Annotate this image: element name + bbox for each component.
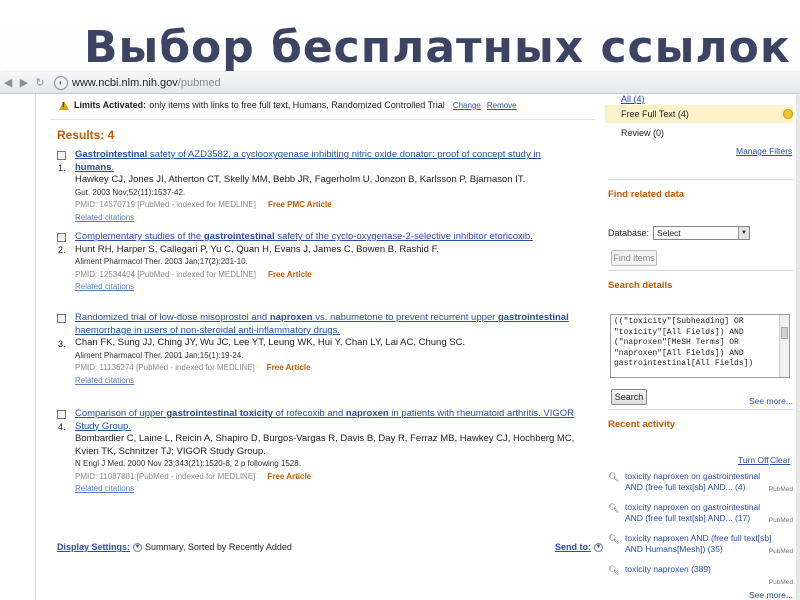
search-icon: 🔍︎ bbox=[608, 534, 620, 544]
right-sidebar: All (4) Free Full Text (4) Review (0) Ma… bbox=[605, 94, 800, 600]
result-checkbox[interactable] bbox=[57, 410, 66, 419]
activity-source: PubMed bbox=[768, 486, 793, 493]
browser-window: ◀ ▶ ↻ ◐ www.ncbi.nlm.nih.gov/pubmed ! Li… bbox=[0, 72, 800, 600]
result-free-article[interactable]: Free Article bbox=[267, 363, 311, 372]
manage-filters-link[interactable]: Manage Filters bbox=[736, 146, 792, 156]
result-journal: Aliment Pharmacol Ther. 2003 Jan;17(2):2… bbox=[75, 257, 248, 266]
reload-icon[interactable]: ↻ bbox=[32, 76, 48, 89]
search-icon: 🔍︎ bbox=[608, 472, 620, 482]
result-related-citations[interactable]: Related citations bbox=[75, 212, 575, 225]
result-title-link[interactable]: Gastrointestinal safety of AZD3582, a cy… bbox=[75, 149, 575, 174]
filter-all[interactable]: All (4) bbox=[621, 94, 645, 104]
send-to-label[interactable]: Send to: bbox=[555, 542, 591, 552]
search-details-see-more[interactable]: See more... bbox=[749, 396, 793, 406]
result-related-citations[interactable]: Related citations bbox=[75, 281, 575, 294]
search-button[interactable]: Search bbox=[611, 389, 647, 405]
result-journal: Gut. 2003 Nov;52(11):1537-42. bbox=[75, 187, 186, 197]
send-to[interactable]: Send to: ▼ bbox=[555, 542, 606, 552]
page-scrollbar[interactable] bbox=[796, 94, 800, 600]
database-select[interactable]: Select ▼ bbox=[653, 226, 751, 240]
active-filter-dot-icon bbox=[783, 109, 793, 119]
find-related-heading: Find related data bbox=[608, 189, 685, 200]
result-related-citations[interactable]: Related citations bbox=[75, 375, 575, 388]
result-authors: Hunt RH, Harper S, Callegari P, Yu C, Qu… bbox=[75, 243, 439, 255]
turn-off-link[interactable]: Turn Off bbox=[738, 455, 769, 465]
result-number: 1. bbox=[58, 163, 66, 173]
result-pmid: PMID: 12534404 [PubMed - indexed for MED… bbox=[75, 269, 256, 279]
limits-banner: ! Limits Activated: only items with link… bbox=[59, 100, 517, 110]
search-icon: 🔍︎ bbox=[608, 565, 620, 575]
result-related-citations[interactable]: Related citations bbox=[75, 483, 575, 496]
result-title-link[interactable]: Comparison of upper gastrointestinal tox… bbox=[75, 408, 575, 433]
result-free-article[interactable]: Free Article bbox=[267, 472, 311, 481]
limits-divider bbox=[50, 119, 595, 120]
url-host[interactable]: www.ncbi.nlm.nih.gov bbox=[72, 77, 178, 89]
result-title-link[interactable]: Randomized trial of low-dose misoprostol… bbox=[75, 312, 575, 337]
result-pmid: PMID: 11087881 [PubMed - indexed for MED… bbox=[75, 471, 256, 481]
url-path[interactable]: /pubmed bbox=[178, 77, 221, 89]
activity-source: PubMed bbox=[768, 517, 793, 524]
result-journal: Aliment Pharmacol Ther. 2001 Jan;15(1):1… bbox=[75, 350, 244, 360]
result-authors: Chan FK, Sung JJ, Ching JY, Wu JC, Lee Y… bbox=[75, 337, 466, 348]
result-number: 4. bbox=[58, 422, 66, 432]
result-checkbox[interactable] bbox=[57, 314, 66, 323]
chevron-down-icon[interactable]: ▼ bbox=[738, 227, 750, 239]
warning-icon: ! bbox=[59, 100, 69, 110]
address-bar[interactable]: ◀ ▶ ↻ ◐ www.ncbi.nlm.nih.gov/pubmed bbox=[0, 72, 800, 94]
find-related-section: Find related data bbox=[608, 179, 793, 200]
slide-title: Выбор бесплатных ссылок bbox=[84, 22, 791, 73]
limits-text: only items with links to free full text,… bbox=[149, 100, 445, 110]
search-icon: 🔍︎ bbox=[608, 503, 620, 513]
result-number: 3. bbox=[58, 339, 66, 349]
recent-activity-see-more[interactable]: See more... bbox=[749, 590, 793, 600]
result-title-link[interactable]: Complementary studies of the gastrointes… bbox=[75, 231, 575, 244]
query-scrollbar[interactable] bbox=[779, 315, 789, 377]
result-journal: N Engl J Med. 2000 Nov 23;343(21):1520-8… bbox=[75, 459, 301, 468]
result-checkbox[interactable] bbox=[57, 233, 66, 242]
result-free-article[interactable]: Free PMC Article bbox=[268, 200, 332, 209]
search-details-section: Search details bbox=[608, 270, 793, 291]
database-label: Database: bbox=[608, 228, 650, 238]
find-items-button[interactable]: Find items bbox=[611, 250, 657, 266]
result-pmid: PMID: 11136274 [PubMed - indexed for MED… bbox=[75, 363, 255, 372]
chevron-down-icon[interactable]: ▼ bbox=[133, 542, 143, 552]
result-number: 2. bbox=[58, 245, 66, 255]
result-checkbox[interactable] bbox=[57, 151, 66, 160]
filter-review[interactable]: Review (0) bbox=[621, 128, 664, 138]
clear-link[interactable]: Clear bbox=[770, 455, 790, 465]
page-left-border bbox=[35, 94, 36, 600]
activity-source: PubMed bbox=[768, 548, 793, 555]
recent-activity-heading: Recent activity bbox=[608, 419, 676, 430]
limits-change-link[interactable]: Change bbox=[453, 101, 481, 110]
search-query-textarea[interactable]: (("toxicity"[Subheading] OR "toxicity"[A… bbox=[610, 314, 790, 378]
results-count: Results: 4 bbox=[57, 128, 115, 142]
result-free-article[interactable]: Free Article bbox=[268, 270, 312, 279]
display-settings-label[interactable]: Display Settings: bbox=[57, 542, 130, 552]
result-pmid: PMID: 14570719 [PubMed - indexed for MED… bbox=[75, 200, 256, 209]
result-authors: Bombardier C, Laine L, Reicin A, Shapiro… bbox=[75, 433, 575, 457]
result-authors: Hawkey CJ, Jones JI, Atherton CT, Skelly… bbox=[75, 174, 526, 185]
search-details-heading: Search details bbox=[608, 280, 673, 291]
globe-icon: ◐ bbox=[54, 75, 68, 90]
display-settings-value: Summary, Sorted by Recently Added bbox=[145, 542, 292, 552]
database-row: Database: Select ▼ bbox=[608, 226, 751, 240]
display-settings[interactable]: Display Settings: ▼ Summary, Sorted by R… bbox=[57, 542, 292, 552]
limits-remove-link[interactable]: Remove bbox=[487, 101, 517, 110]
activity-source: PubMed bbox=[768, 579, 793, 586]
chevron-down-icon[interactable]: ▼ bbox=[594, 542, 603, 552]
recent-activity-section: Recent activity bbox=[608, 409, 793, 430]
pubmed-page: ! Limits Activated: only items with link… bbox=[0, 94, 800, 600]
filter-free-full-text[interactable]: Free Full Text (4) bbox=[605, 105, 793, 123]
limits-label: Limits Activated: bbox=[74, 100, 147, 110]
forward-icon[interactable]: ▶ bbox=[16, 76, 32, 89]
back-icon[interactable]: ◀ bbox=[0, 76, 16, 89]
